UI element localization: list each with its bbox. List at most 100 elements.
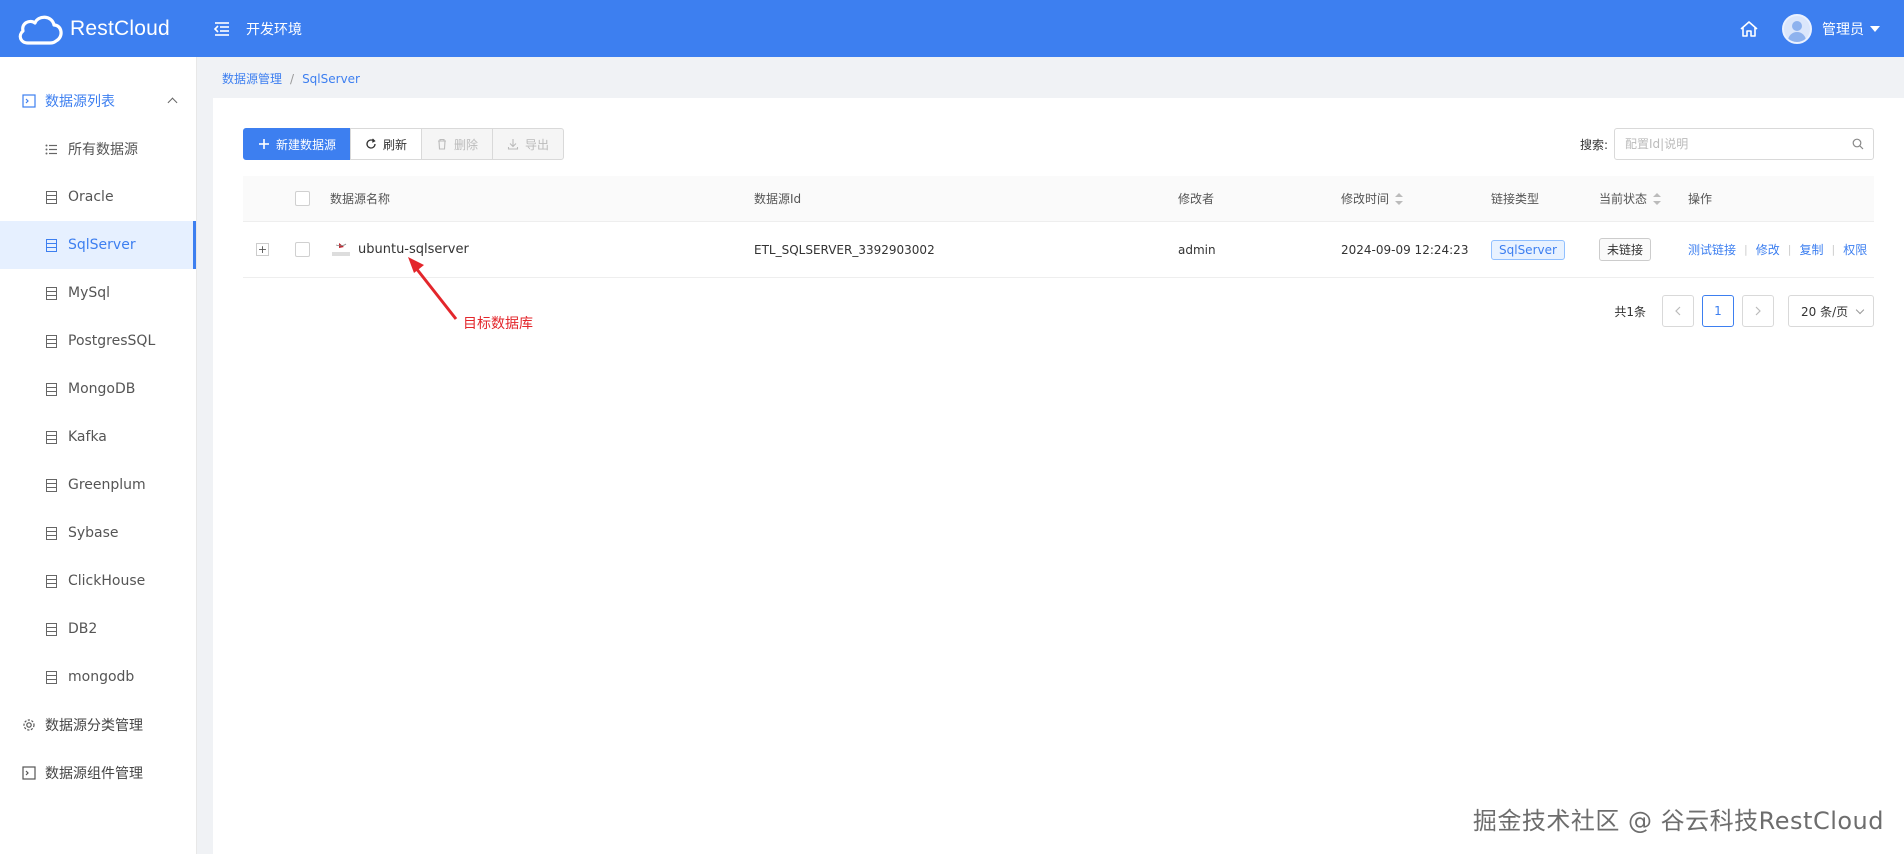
home-icon[interactable] — [1738, 18, 1760, 40]
button-label: 刷新 — [383, 137, 408, 152]
type-cell: SqlServer — [1491, 222, 1565, 277]
sidebar-group-components[interactable]: 数据源组件管理 — [0, 749, 196, 797]
cloud-logo-icon — [18, 15, 63, 45]
ops-cell: 测试链接 | 修改 | 复制 | 权限 — [1688, 222, 1867, 277]
permission-action[interactable]: 权限 — [1843, 241, 1867, 258]
copy-action[interactable]: 复制 — [1799, 241, 1823, 258]
sidebar-item-label: PostgresSQL — [68, 333, 156, 349]
select-all-checkbox[interactable] — [295, 191, 310, 206]
breadcrumb-item[interactable]: SqlServer — [302, 72, 360, 86]
sidebar-item-mongodb-lower[interactable]: mongodb — [0, 653, 196, 701]
search-area: 搜索: — [1580, 128, 1874, 160]
page-size-label: 20 条/页 — [1801, 304, 1849, 319]
toolbar: 新建数据源 刷新 删除 导出 — [243, 128, 565, 160]
database-icon — [46, 478, 57, 492]
env-label[interactable]: 开发环境 — [246, 19, 302, 39]
next-page-button[interactable] — [1742, 295, 1774, 327]
sidebar-item-label: Greenplum — [68, 477, 146, 493]
prev-page-button[interactable] — [1662, 295, 1694, 327]
database-icon — [46, 526, 57, 540]
list-icon — [45, 144, 57, 154]
database-icon — [46, 430, 57, 444]
header-label: 操作 — [1688, 192, 1713, 206]
database-icon — [46, 622, 57, 636]
database-icon — [46, 334, 57, 348]
page-size-select[interactable]: 20 条/页 — [1788, 295, 1874, 327]
chevron-down-icon — [1855, 305, 1865, 315]
delete-button[interactable]: 删除 — [421, 128, 494, 160]
search-input[interactable] — [1614, 128, 1874, 160]
sidebar-group-category[interactable]: 数据源分类管理 — [0, 701, 196, 749]
top-header: RestCloud 开发环境 管理员 — [0, 0, 1904, 57]
select-cell — [295, 222, 310, 277]
menu-fold-icon[interactable] — [212, 19, 232, 39]
header-modified-time[interactable]: 修改时间 — [1341, 176, 1404, 221]
sidebar-item-greenplum[interactable]: Greenplum — [0, 461, 196, 509]
sidebar-item-postgressql[interactable]: PostgresSQL — [0, 317, 196, 365]
header-label: 数据源Id — [754, 192, 802, 206]
type-badge: SqlServer — [1491, 239, 1565, 260]
time-cell: 2024-09-09 12:24:23 — [1341, 222, 1468, 277]
modifier: admin — [1178, 242, 1216, 257]
gear-icon — [23, 719, 35, 731]
datasource-id: ETL_SQLSERVER_3392903002 — [754, 242, 935, 257]
sidebar-item-clickhouse[interactable]: ClickHouse — [0, 557, 196, 605]
logo[interactable]: RestCloud — [0, 11, 200, 47]
sort-icon[interactable] — [1653, 192, 1662, 205]
sidebar-item-oracle[interactable]: Oracle — [0, 173, 196, 221]
trash-icon — [438, 138, 447, 150]
sidebar-item-label: MongoDB — [68, 381, 136, 397]
content-card: 新建数据源 刷新 删除 导出 搜索: 数据源名称 数据源Id 修改者 修改时间 — [213, 98, 1904, 854]
datasource-table: 数据源名称 数据源Id 修改者 修改时间 链接类型 当前状态 操作 + ubun… — [243, 176, 1874, 278]
page-button[interactable]: 1 — [1702, 295, 1734, 327]
chevron-left-icon — [1675, 306, 1681, 316]
status-badge: 未链接 — [1599, 238, 1652, 261]
database-icon — [46, 286, 57, 300]
row-checkbox[interactable] — [295, 242, 310, 257]
sidebar-item-label: Oracle — [68, 189, 114, 205]
sidebar-item-kafka[interactable]: Kafka — [0, 413, 196, 461]
sidebar-item-mongodb[interactable]: MongoDB — [0, 365, 196, 413]
expand-row-button[interactable]: + — [256, 243, 269, 256]
sidebar-item-sybase[interactable]: Sybase — [0, 509, 196, 557]
refresh-button[interactable]: 刷新 — [350, 128, 423, 160]
sidebar-group-datasource-list[interactable]: 数据源列表 — [0, 77, 196, 125]
refresh-icon — [366, 138, 376, 149]
console-icon — [22, 94, 36, 108]
sidebar-item-sqlserver[interactable]: SqlServer — [0, 221, 196, 269]
chevron-down-icon[interactable] — [1870, 25, 1880, 32]
header-label: 修改时间 — [1341, 192, 1390, 206]
download-icon — [507, 139, 519, 150]
sidebar-item-label: 所有数据源 — [68, 142, 138, 158]
sidebar-item-mysql[interactable]: MySql — [0, 269, 196, 317]
edit-action[interactable]: 修改 — [1756, 241, 1780, 258]
sidebar-item-label: Sybase — [68, 525, 119, 541]
avatar[interactable] — [1782, 13, 1812, 44]
header-status[interactable]: 当前状态 — [1599, 176, 1662, 221]
test-link-action[interactable]: 测试链接 — [1688, 241, 1736, 258]
sidebar-item-label: MySql — [68, 285, 111, 301]
database-icon — [46, 670, 57, 684]
id-cell: ETL_SQLSERVER_3392903002 — [754, 222, 935, 277]
user-name[interactable]: 管理员 — [1822, 19, 1864, 39]
sort-icon[interactable] — [1395, 192, 1404, 205]
sidebar-group-label: 数据源组件管理 — [45, 766, 143, 782]
sidebar-item-db2[interactable]: DB2 — [0, 605, 196, 653]
search-icon[interactable] — [1852, 138, 1864, 150]
sidebar: 数据源列表 所有数据源 Oracle SqlServer MySql Postg… — [0, 57, 197, 854]
breadcrumb-item[interactable]: 数据源管理 — [222, 70, 282, 87]
plus-icon — [259, 139, 269, 149]
chevron-right-icon — [1755, 306, 1761, 316]
button-label: 导出 — [525, 137, 550, 152]
sidebar-item-label: mongodb — [68, 669, 135, 685]
console-icon — [22, 766, 36, 780]
sqlserver-logo-icon — [332, 242, 350, 256]
watermark: 掘金技术社区 @ 谷云科技RestCloud — [1472, 807, 1884, 835]
header-label: 当前状态 — [1599, 192, 1648, 206]
new-datasource-button[interactable]: 新建数据源 — [243, 128, 352, 160]
export-button[interactable]: 导出 — [492, 128, 565, 160]
header-label: 数据源名称 — [330, 192, 391, 206]
chevron-up-icon[interactable] — [167, 97, 178, 108]
sidebar-item-all[interactable]: 所有数据源 — [0, 125, 196, 173]
divider: | — [1744, 243, 1748, 256]
